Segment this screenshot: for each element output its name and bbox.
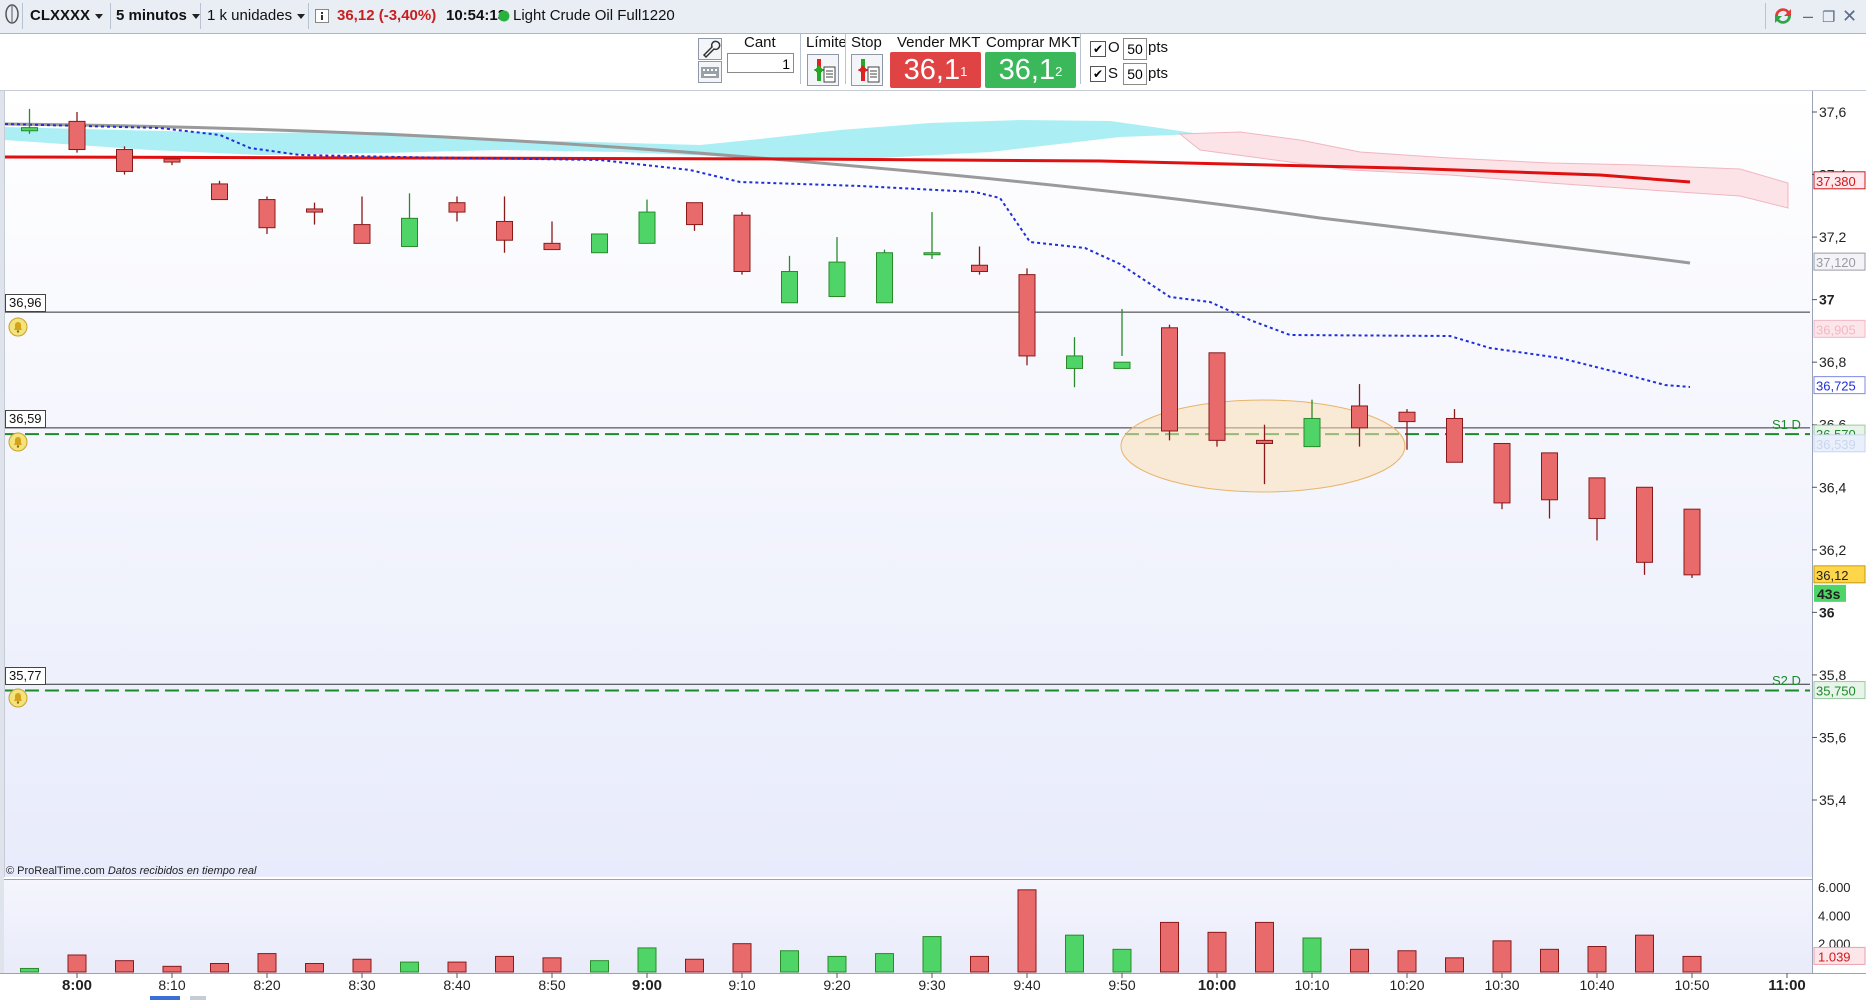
units-label: 1 k unidades xyxy=(207,7,293,24)
separator xyxy=(200,3,201,29)
separator xyxy=(308,3,309,29)
quantity-label: Cant xyxy=(744,34,776,51)
s-points-value: 50 xyxy=(1127,66,1143,82)
s-label: S xyxy=(1108,65,1119,82)
stop-order-icon[interactable] xyxy=(851,54,883,86)
keyboard-icon[interactable] xyxy=(698,61,722,83)
separator xyxy=(800,34,801,84)
s1-label: S1 D xyxy=(1772,417,1801,432)
separator xyxy=(1765,3,1766,29)
separator xyxy=(22,3,23,29)
sell-market-button[interactable]: 36,11 xyxy=(890,52,981,88)
bell-icon[interactable] xyxy=(8,317,28,337)
buy-label: Comprar MKT xyxy=(986,34,1081,51)
top-toolbar: CLXXXX 5 minutos 1 k unidades 36,12 (-3,… xyxy=(0,0,1866,34)
bell-icon[interactable] xyxy=(8,688,28,708)
wrench-icon[interactable] xyxy=(698,38,722,60)
quantity-input[interactable]: 1 xyxy=(727,53,794,73)
quantity-value: 1 xyxy=(782,56,790,72)
buy-market-button[interactable]: 36,12 xyxy=(985,52,1076,88)
limit-label: Límite xyxy=(806,34,847,51)
realtime-note: Datos recibidos en tiempo real xyxy=(107,865,257,877)
alert-level-label[interactable]: 36,96 xyxy=(5,294,46,312)
separator xyxy=(845,34,846,84)
chevron-down-icon xyxy=(95,13,104,19)
alert-level-label[interactable]: 35,77 xyxy=(5,667,46,685)
s-points-input[interactable]: 50 xyxy=(1123,63,1147,85)
chevron-down-icon xyxy=(297,13,306,19)
bell-icon[interactable] xyxy=(8,432,28,452)
price-axis[interactable] xyxy=(1812,91,1866,973)
separator xyxy=(110,3,111,29)
chevron-down-icon xyxy=(191,13,200,19)
symbol-label: CLXXXX xyxy=(30,7,91,24)
pts-label: pts xyxy=(1148,39,1169,56)
close-icon[interactable]: ✕ xyxy=(1842,6,1857,27)
price-change: 36,12 (-3,40%) xyxy=(337,7,437,24)
sync-icon[interactable] xyxy=(1770,3,1796,34)
buy-price: 36,1 xyxy=(998,54,1056,86)
s2-label: S2 D xyxy=(1772,673,1801,688)
buy-price-fraction: 2 xyxy=(1055,64,1063,79)
minimize-icon[interactable]: – xyxy=(1803,6,1813,27)
volume-panel[interactable] xyxy=(4,879,1812,974)
oco-checkbox[interactable]: ✔ xyxy=(1090,41,1106,57)
stop-label: Stop xyxy=(851,34,882,51)
price-chart-panel[interactable] xyxy=(4,91,1813,877)
alert-level-label[interactable]: 36,59 xyxy=(5,410,46,428)
symbol-selector[interactable]: CLXXXX xyxy=(30,3,104,29)
units-selector[interactable]: 1 k unidades xyxy=(207,3,306,29)
limit-order-icon[interactable] xyxy=(807,54,839,86)
sell-price-fraction: 1 xyxy=(960,64,968,79)
timeframe-label: 5 minutos xyxy=(116,7,187,24)
status-dot-icon xyxy=(498,3,510,29)
copyright-text: © ProRealTime.com xyxy=(6,865,105,877)
s-checkbox[interactable]: ✔ xyxy=(1090,66,1106,82)
app-menu-icon[interactable] xyxy=(5,3,19,29)
info-icon[interactable] xyxy=(315,3,329,29)
pts-label: pts xyxy=(1148,65,1169,82)
instrument-name: Light Crude Oil Full1220 xyxy=(513,7,675,24)
o-label: O xyxy=(1108,39,1120,56)
o-points-input[interactable]: 50 xyxy=(1123,38,1147,60)
separator xyxy=(1080,34,1081,84)
time-axis[interactable] xyxy=(0,973,1866,1001)
sell-label: Vender MKT xyxy=(897,34,981,51)
copyright-note: © ProRealTime.com Datos recibidos en tie… xyxy=(6,865,256,877)
sell-price: 36,1 xyxy=(903,54,961,86)
timeframe-selector[interactable]: 5 minutos xyxy=(116,3,200,29)
restore-icon[interactable]: ❐ xyxy=(1822,8,1835,26)
o-points-value: 50 xyxy=(1127,41,1143,57)
